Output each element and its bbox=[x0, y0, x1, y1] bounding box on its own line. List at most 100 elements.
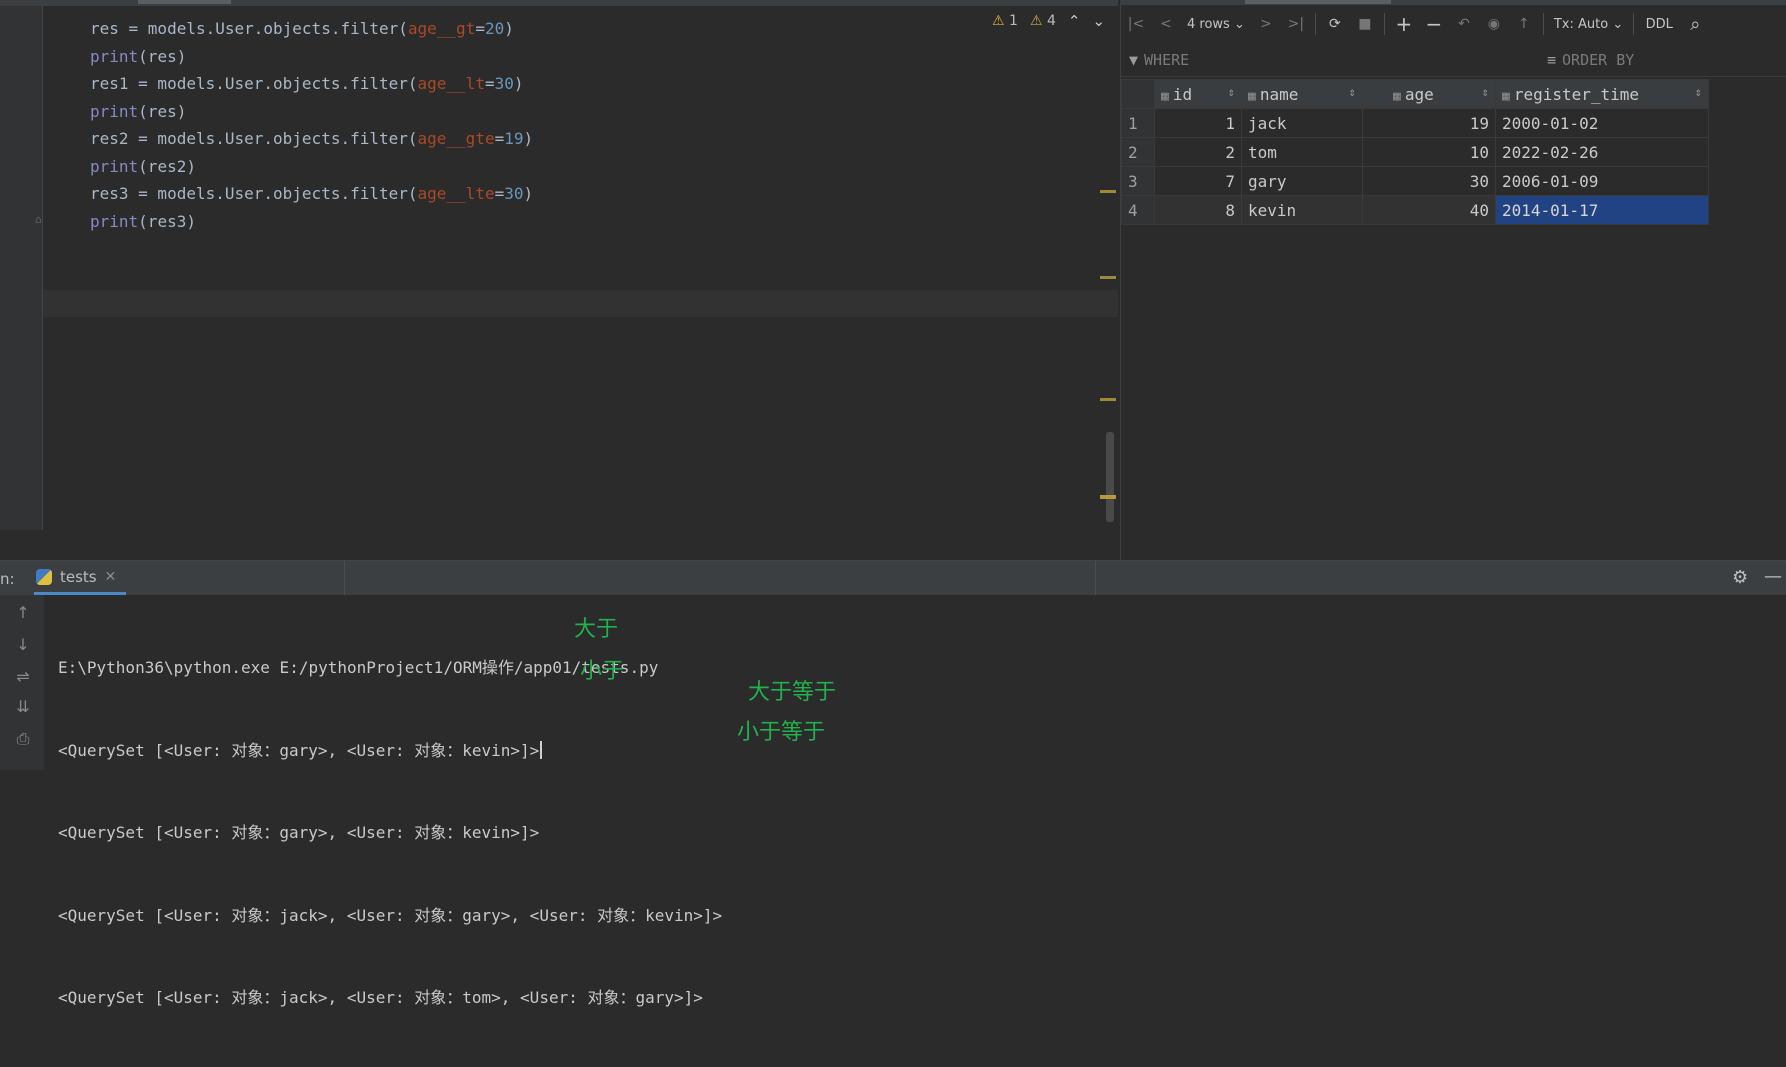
cell-name[interactable]: tom bbox=[1241, 137, 1363, 167]
code-token: 20 bbox=[484, 19, 505, 38]
code-line[interactable]: res = models.User.objects.filter(age__gt… bbox=[90, 15, 533, 43]
where-filter-field[interactable]: ▼ WHERE bbox=[1121, 51, 1547, 69]
row-number[interactable]: 3 bbox=[1121, 166, 1155, 196]
cell-id[interactable]: 2 bbox=[1154, 137, 1242, 167]
code-token: age__lte bbox=[417, 184, 495, 203]
code-line[interactable]: print(res2) bbox=[90, 153, 533, 181]
cell-name[interactable]: gary bbox=[1241, 166, 1363, 196]
refresh-icon[interactable]: ⟳ bbox=[1320, 6, 1350, 42]
cell-register-time[interactable]: 2022-02-26 bbox=[1495, 137, 1709, 167]
error-stripe-mark[interactable] bbox=[1100, 495, 1116, 499]
code-line[interactable]: res3 = models.User.objects.filter(age__l… bbox=[90, 180, 533, 208]
preview-pending-icon[interactable]: ◉ bbox=[1479, 6, 1509, 42]
error-stripe-mark[interactable] bbox=[1100, 276, 1116, 279]
revert-icon[interactable]: ↶ bbox=[1449, 6, 1479, 42]
delete-row-icon[interactable]: − bbox=[1419, 6, 1449, 42]
row-number-header bbox=[1121, 79, 1155, 109]
previous-highlight-icon[interactable]: ⌃ bbox=[1068, 12, 1081, 30]
editor-tab-scroll-indicator[interactable] bbox=[138, 0, 231, 4]
filter-bar: ▼ WHERE ≡ ORDER BY bbox=[1121, 44, 1786, 77]
code-token: res3 = models.User.objects.filter( bbox=[90, 184, 418, 203]
weak-warning-icon[interactable]: ⚠ 4 bbox=[1030, 13, 1056, 29]
error-stripe-mark[interactable] bbox=[1100, 190, 1116, 193]
cell-register-time-selected[interactable]: 2014-01-17 bbox=[1495, 195, 1709, 225]
cell-register-time[interactable]: 2000-01-02 bbox=[1495, 108, 1709, 138]
error-stripe-mark[interactable] bbox=[1100, 398, 1116, 401]
code-token: (res) bbox=[138, 46, 187, 66]
column-header-age[interactable]: ▦ age ⇕ bbox=[1362, 79, 1496, 109]
sort-toggle-icon[interactable]: ⇕ bbox=[1695, 85, 1702, 99]
code-area[interactable]: res = models.User.objects.filter(age__gt… bbox=[90, 15, 533, 235]
column-header-id[interactable]: ▦ id ⇕ bbox=[1154, 79, 1242, 109]
run-tab-tests[interactable]: tests ✕ bbox=[34, 561, 126, 595]
table-row[interactable]: 3 7 gary 30 2006-01-09 bbox=[1121, 166, 1709, 196]
cell-id[interactable]: 8 bbox=[1154, 195, 1242, 225]
table-row[interactable]: 2 2 tom 10 2022-02-26 bbox=[1121, 137, 1709, 167]
code-token: age__gt bbox=[407, 19, 476, 38]
next-highlight-icon[interactable]: ⌄ bbox=[1092, 12, 1105, 30]
database-result-panel: |< < 4 rows ⌄ > >| ⟳ ■ + − ↶ ◉ ↑ Tx: Aut… bbox=[1120, 0, 1786, 560]
code-line[interactable]: res2 = models.User.objects.filter(age__g… bbox=[90, 125, 533, 153]
header-separator bbox=[1095, 561, 1096, 595]
cell-id[interactable]: 7 bbox=[1154, 166, 1242, 196]
toolbar-separator bbox=[1314, 13, 1316, 35]
cell-name[interactable]: jack bbox=[1241, 108, 1363, 138]
search-icon[interactable]: ⌕ bbox=[1680, 6, 1710, 42]
sort-toggle-icon[interactable]: ⇕ bbox=[1349, 85, 1356, 99]
cell-age[interactable]: 40 bbox=[1362, 195, 1496, 225]
previous-page-icon[interactable]: < bbox=[1151, 6, 1181, 42]
submit-icon[interactable]: ↑ bbox=[1509, 6, 1539, 42]
cell-age[interactable]: 19 bbox=[1362, 108, 1496, 138]
print-icon[interactable]: ⎙ bbox=[14, 729, 32, 749]
code-line[interactable]: res1 = models.User.objects.filter(age__l… bbox=[90, 70, 533, 98]
cell-age[interactable]: 30 bbox=[1362, 166, 1496, 196]
cell-name[interactable]: kevin bbox=[1241, 195, 1363, 225]
code-line[interactable]: print(res3) bbox=[90, 208, 533, 236]
ddl-button[interactable]: DDL bbox=[1638, 6, 1680, 42]
minimize-icon[interactable]: — bbox=[1764, 566, 1782, 587]
soft-wrap-icon[interactable]: ⇌ bbox=[14, 667, 32, 686]
last-page-icon[interactable]: >| bbox=[1281, 6, 1311, 42]
sort-toggle-icon[interactable]: ⇕ bbox=[1482, 85, 1489, 99]
row-number[interactable]: 4 bbox=[1121, 195, 1155, 225]
annotation-greater-than: 大于 bbox=[574, 617, 619, 642]
code-token: (res2) bbox=[138, 156, 196, 176]
close-icon[interactable]: ✕ bbox=[105, 569, 117, 585]
inspection-widget[interactable]: ⚠ 1 ⚠ 4 ⌃ ⌄ bbox=[992, 12, 1105, 30]
stop-icon[interactable]: ■ bbox=[1350, 6, 1380, 42]
annotation-less-than: 小于 bbox=[580, 659, 625, 684]
rows-count-dropdown[interactable]: 4 rows ⌄ bbox=[1181, 6, 1251, 42]
add-row-icon[interactable]: + bbox=[1389, 6, 1419, 42]
row-number[interactable]: 2 bbox=[1121, 137, 1155, 167]
db-tab-scroll-indicator[interactable] bbox=[1245, 0, 1391, 4]
cell-id[interactable]: 1 bbox=[1154, 108, 1242, 138]
table-row[interactable]: 1 1 jack 19 2000-01-02 bbox=[1121, 108, 1709, 138]
warning-icon[interactable]: ⚠ 1 bbox=[992, 13, 1018, 29]
annotation-greater-or-equal: 大于等于 bbox=[748, 680, 837, 705]
code-token: = bbox=[475, 19, 485, 38]
db-toolbar: |< < 4 rows ⌄ > >| ⟳ ■ + − ↶ ◉ ↑ Tx: Aut… bbox=[1121, 6, 1786, 42]
editor-scrollbar-thumb[interactable] bbox=[1106, 432, 1114, 522]
code-line[interactable]: print(res) bbox=[90, 98, 533, 126]
fold-marker-icon[interactable]: ⌂ bbox=[35, 213, 45, 226]
code-token: 19 bbox=[504, 129, 524, 148]
next-page-icon[interactable]: > bbox=[1251, 6, 1281, 42]
scroll-down-icon[interactable]: ↓ bbox=[14, 635, 32, 654]
cell-register-time[interactable]: 2006-01-09 bbox=[1495, 166, 1709, 196]
sort-toggle-icon[interactable]: ⇕ bbox=[1228, 85, 1235, 99]
gear-icon[interactable]: ⚙ bbox=[1732, 567, 1748, 588]
code-token: = bbox=[494, 184, 505, 203]
column-header-register-time[interactable]: ▦ register_time ⇕ bbox=[1495, 79, 1709, 109]
toolbar-separator bbox=[1633, 13, 1635, 35]
cell-age[interactable]: 10 bbox=[1362, 137, 1496, 167]
order-by-field[interactable]: ≡ ORDER BY bbox=[1547, 51, 1786, 69]
code-editor[interactable]: ⌂ res = models.User.objects.filter(age__… bbox=[0, 0, 1118, 530]
scroll-up-icon[interactable]: ↑ bbox=[14, 603, 32, 622]
scroll-to-end-icon[interactable]: ⇊ bbox=[14, 697, 32, 716]
row-number[interactable]: 1 bbox=[1121, 108, 1155, 138]
column-header-name[interactable]: ▦ name ⇕ bbox=[1241, 79, 1363, 109]
code-line[interactable]: print(res) bbox=[90, 43, 533, 71]
first-page-icon[interactable]: |< bbox=[1121, 6, 1151, 42]
table-row[interactable]: 4 8 kevin 40 2014-01-17 bbox=[1121, 195, 1709, 225]
transaction-mode-dropdown[interactable]: Tx: Auto ⌄ bbox=[1548, 6, 1629, 42]
